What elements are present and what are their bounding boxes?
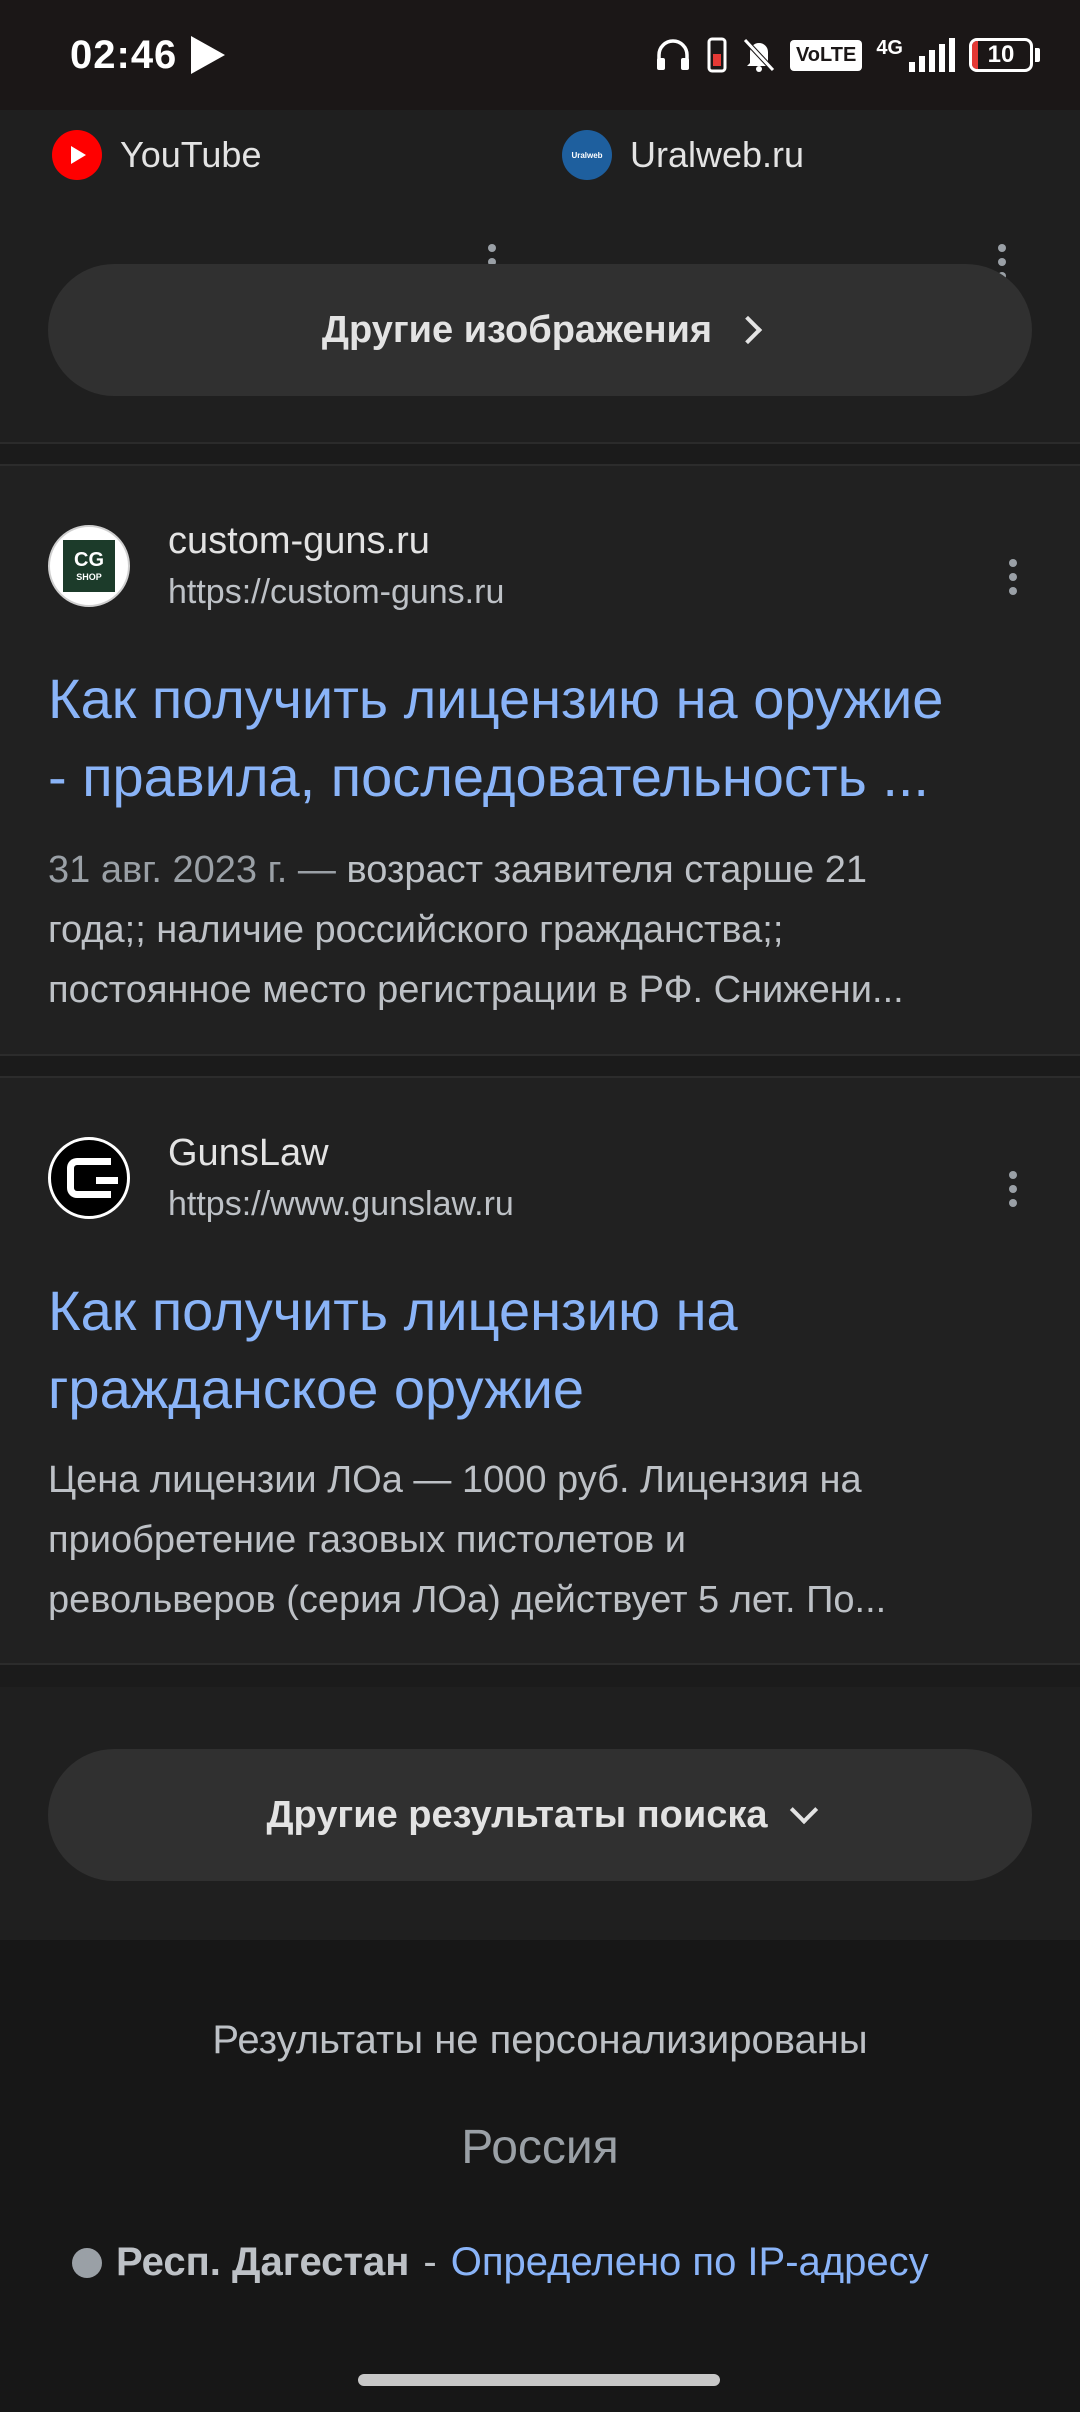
source-youtube[interactable]: YouTube [52, 130, 261, 180]
gunslaw-logo [67, 1158, 118, 1198]
footer: Результаты не персонализированы Россия Р… [0, 1940, 1080, 2350]
mute-icon [742, 37, 776, 73]
more-results-section: Другие результаты поиска [0, 1687, 1080, 1940]
divider [0, 1665, 1080, 1687]
title-line: - правила, последовательность ... [48, 745, 929, 808]
site-name: custom-guns.ru [168, 520, 430, 562]
play-icon [191, 36, 226, 74]
more-results-label: Другие результаты поиска [266, 1793, 768, 1836]
divider [0, 1056, 1080, 1076]
result-date: 31 авг. 2023 г. — [48, 849, 336, 891]
battery-body: 10 [969, 38, 1033, 72]
logo-text: CG [74, 549, 104, 571]
logo-subtext: SHOP [76, 572, 102, 582]
result-site[interactable]: CG SHOP custom-guns.ru https://custom-gu… [48, 520, 504, 612]
vibrate-icon [706, 36, 728, 74]
result-title-link[interactable]: Как получить лицензию на оружие - правил… [48, 660, 1032, 816]
search-result: CG SHOP custom-guns.ru https://custom-gu… [0, 464, 1080, 1056]
gesture-bar [0, 2350, 1080, 2412]
status-left: 02:46 [70, 32, 226, 78]
uralweb-icon: Uralweb [562, 130, 612, 180]
more-images-button[interactable]: Другие изображения [48, 264, 1032, 396]
network-type: 4G [876, 37, 903, 59]
more-options-icon[interactable] [1008, 559, 1018, 595]
snippet-line: постоянное место регистрации в РФ. Сниже… [48, 969, 904, 1011]
location-dot-icon [72, 2247, 102, 2278]
source-label: YouTube [120, 134, 262, 175]
custom-guns-logo: CG SHOP [63, 540, 115, 592]
snippet-line: 31 авг. 2023 г. — возраст заявителя стар… [48, 840, 1038, 900]
more-images-label: Другие изображения [321, 308, 713, 351]
site-info: GunsLaw https://www.gunslaw.ru [168, 1132, 514, 1224]
status-bar: 02:46 VoLTE 4G 10 [0, 0, 1080, 110]
snippet-line: Цена лицензии ЛОа — 1000 руб. Лицензия н… [48, 1459, 862, 1501]
location-region: Респ. Дагестан [116, 2240, 410, 2284]
site-info: custom-guns.ru https://custom-guns.ru [168, 520, 504, 612]
personalization-note[interactable]: Результаты не персонализированы [0, 2018, 1080, 2063]
source-label: Uralweb.ru [630, 134, 805, 175]
site-name: GunsLaw [168, 1132, 329, 1174]
status-icons: VoLTE 4G 10 [654, 36, 1040, 74]
headphones-icon [654, 38, 692, 72]
ip-location-link[interactable]: Определено по IP-адресу [451, 2240, 929, 2285]
battery-level: 10 [987, 41, 1015, 68]
battery-fill [972, 41, 978, 69]
battery-icon: 10 [969, 38, 1040, 72]
more-options-icon[interactable] [1008, 1171, 1018, 1207]
signal-bars [909, 38, 955, 72]
youtube-icon [52, 130, 102, 180]
snippet-text: возраст заявителя старше 21 [335, 849, 867, 891]
title-line: гражданское оружие [48, 1357, 585, 1420]
footer-location: Респ. Дагестан - Определено по IP-адресу [72, 2240, 929, 2285]
snippet-line: года;; наличие российского гражданства;; [48, 909, 784, 951]
status-time: 02:46 [70, 32, 178, 77]
result-title-link[interactable]: Как получить лицензию на гражданское ору… [48, 1272, 1032, 1428]
signal-icon: 4G [876, 38, 955, 72]
result-snippet: 31 авг. 2023 г. — возраст заявителя стар… [48, 840, 1038, 1020]
divider [0, 444, 1080, 464]
footer-country: Россия [461, 2121, 619, 2174]
snippet-line: приобретение газовых пистолетов и [48, 1519, 686, 1561]
source-uralweb[interactable]: Uralweb Uralweb.ru [562, 130, 804, 180]
more-results-button[interactable]: Другие результаты поиска [48, 1749, 1032, 1881]
title-line: Как получить лицензию на оружие [48, 667, 944, 730]
search-result: GunsLaw https://www.gunslaw.ru Как получ… [0, 1076, 1080, 1665]
chevron-down-icon [789, 1795, 818, 1825]
home-indicator[interactable] [358, 2374, 720, 2386]
site-favicon [48, 1137, 130, 1219]
location-separator: - [423, 2240, 437, 2284]
battery-tip [1035, 48, 1040, 62]
chevron-right-icon [733, 315, 763, 345]
volte-icon: VoLTE [789, 39, 863, 71]
site-url: https://www.gunslaw.ru [168, 1185, 514, 1223]
site-favicon: CG SHOP [48, 525, 130, 607]
image-results-section: YouTube Uralweb Uralweb.ru Другие изобра… [0, 110, 1080, 444]
snippet-line: револьверов (серия ЛОа) действует 5 лет.… [48, 1579, 887, 1621]
result-site[interactable]: GunsLaw https://www.gunslaw.ru [48, 1132, 514, 1224]
site-url: https://custom-guns.ru [168, 573, 505, 611]
result-snippet: Цена лицензии ЛОа — 1000 руб. Лицензия н… [48, 1450, 1038, 1630]
title-line: Как получить лицензию на [48, 1279, 738, 1342]
